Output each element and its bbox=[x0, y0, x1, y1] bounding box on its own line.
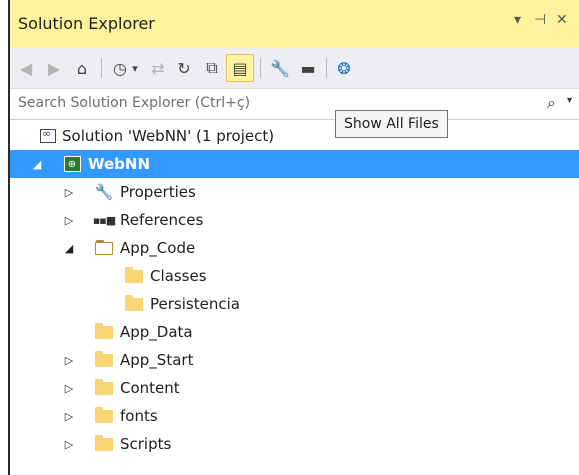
tree-item-app-data[interactable]: App_Data bbox=[10, 318, 579, 346]
panel-title: Solution Explorer bbox=[18, 14, 155, 33]
refresh-icon[interactable]: ↻ bbox=[172, 56, 196, 80]
tree-item-classes[interactable]: Classes bbox=[10, 262, 579, 290]
toolbar-separator bbox=[101, 58, 102, 78]
window-left-edge bbox=[0, 0, 8, 475]
tree-item-label: Scripts bbox=[120, 435, 172, 453]
tree-item-references[interactable]: ▷ ▪▪■ References bbox=[10, 206, 579, 234]
dropdown-arrow-icon[interactable]: ▾ bbox=[128, 56, 142, 80]
forward-icon[interactable]: ▶ bbox=[42, 56, 66, 80]
tree-item-app-start[interactable]: ▷ App_Start bbox=[10, 346, 579, 374]
search-options-dropdown-icon[interactable]: ▾ bbox=[567, 95, 572, 106]
window-position-dropdown-icon[interactable]: ▾ bbox=[514, 12, 521, 28]
folder-icon bbox=[94, 434, 114, 453]
tree-item-label: Persistencia bbox=[150, 295, 240, 313]
tree-item-label: WebNN bbox=[88, 155, 151, 173]
tree-item-label: Properties bbox=[120, 183, 196, 201]
tree-item-label: App_Data bbox=[120, 323, 193, 341]
tree-item-label: Classes bbox=[150, 267, 207, 285]
folder-icon bbox=[94, 378, 114, 397]
auto-hide-pin-icon[interactable]: ⊣ bbox=[534, 12, 546, 28]
home-icon[interactable]: ⌂ bbox=[70, 56, 94, 80]
back-icon[interactable]: ◀ bbox=[14, 56, 38, 80]
panel-title-bar[interactable]: Solution Explorer ▾ ⊣ ✕ bbox=[10, 0, 579, 48]
tree-item-properties[interactable]: ▷ 🔧 Properties bbox=[10, 178, 579, 206]
folder-icon bbox=[124, 266, 144, 285]
folder-icon bbox=[94, 350, 114, 369]
close-icon[interactable]: ✕ bbox=[556, 12, 568, 28]
collapse-arrow-icon[interactable]: ◢ bbox=[30, 157, 44, 171]
show-all-files-icon[interactable]: ▤ bbox=[226, 54, 254, 82]
tree-item-content[interactable]: ▷ Content bbox=[10, 374, 579, 402]
tree-item-label: App_Code bbox=[120, 239, 196, 257]
folder-icon bbox=[94, 406, 114, 425]
collapse-arrow-icon[interactable]: ◢ bbox=[62, 241, 76, 255]
search-icon[interactable]: ⌕ bbox=[547, 93, 556, 113]
tree-item-app-code[interactable]: ◢ App_Code bbox=[10, 234, 579, 262]
expand-arrow-icon[interactable]: ▷ bbox=[62, 353, 76, 367]
expand-arrow-icon[interactable]: ▷ bbox=[62, 437, 76, 451]
collapse-all-icon[interactable]: ⧉ bbox=[200, 56, 224, 80]
solution-explorer-toolbar: ◀ ▶ ⌂ ◷ ▾ ⇄ ↻ ⧉ ▤ 🔧 ▬ ❂ bbox=[10, 48, 579, 89]
expand-arrow-icon[interactable]: ▷ bbox=[62, 409, 76, 423]
tree-item-scripts[interactable]: ▷ Scripts bbox=[10, 430, 579, 458]
tree-item-label: Content bbox=[120, 379, 180, 397]
tooltip: Show All Files bbox=[335, 110, 448, 138]
solution-explorer-panel: Solution Explorer ▾ ⊣ ✕ ◀ ▶ ⌂ ◷ ▾ ⇄ ↻ ⧉ … bbox=[10, 0, 579, 475]
expand-arrow-icon[interactable]: ▷ bbox=[62, 185, 76, 199]
wrench-icon: 🔧 bbox=[94, 183, 114, 201]
folder-icon bbox=[94, 322, 114, 341]
tree-item-label: Solution 'WebNN' (1 project) bbox=[62, 127, 275, 145]
search-box: ⌕ ▾ bbox=[10, 89, 579, 120]
search-input[interactable] bbox=[10, 89, 538, 117]
open-folder-icon bbox=[94, 239, 114, 257]
tree-item-label: App_Start bbox=[120, 351, 194, 369]
tree-item-label: References bbox=[120, 211, 204, 229]
tree-item-label: fonts bbox=[120, 407, 158, 425]
solution-icon bbox=[38, 127, 58, 145]
properties-wrench-icon[interactable]: 🔧 bbox=[268, 56, 292, 80]
web-project-icon: ⊕ bbox=[62, 155, 82, 173]
tree-item-persistencia[interactable]: Persistencia bbox=[10, 290, 579, 318]
sync-active-document-icon[interactable]: ⇄ bbox=[146, 56, 170, 80]
toolbar-separator bbox=[260, 58, 261, 78]
preview-selected-items-icon[interactable]: ▬ bbox=[296, 56, 320, 80]
expand-arrow-icon[interactable]: ▷ bbox=[62, 381, 76, 395]
expand-arrow-icon[interactable]: ▷ bbox=[62, 213, 76, 227]
references-icon: ▪▪■ bbox=[92, 213, 116, 227]
tree-item-fonts[interactable]: ▷ fonts bbox=[10, 402, 579, 430]
folder-icon bbox=[124, 294, 144, 313]
browser-link-icon[interactable]: ❂ bbox=[332, 56, 356, 80]
tree-item-project[interactable]: ◢ ⊕ WebNN bbox=[10, 150, 579, 178]
toolbar-separator bbox=[326, 58, 327, 78]
tree-item-solution[interactable]: Solution 'WebNN' (1 project) bbox=[10, 122, 579, 150]
